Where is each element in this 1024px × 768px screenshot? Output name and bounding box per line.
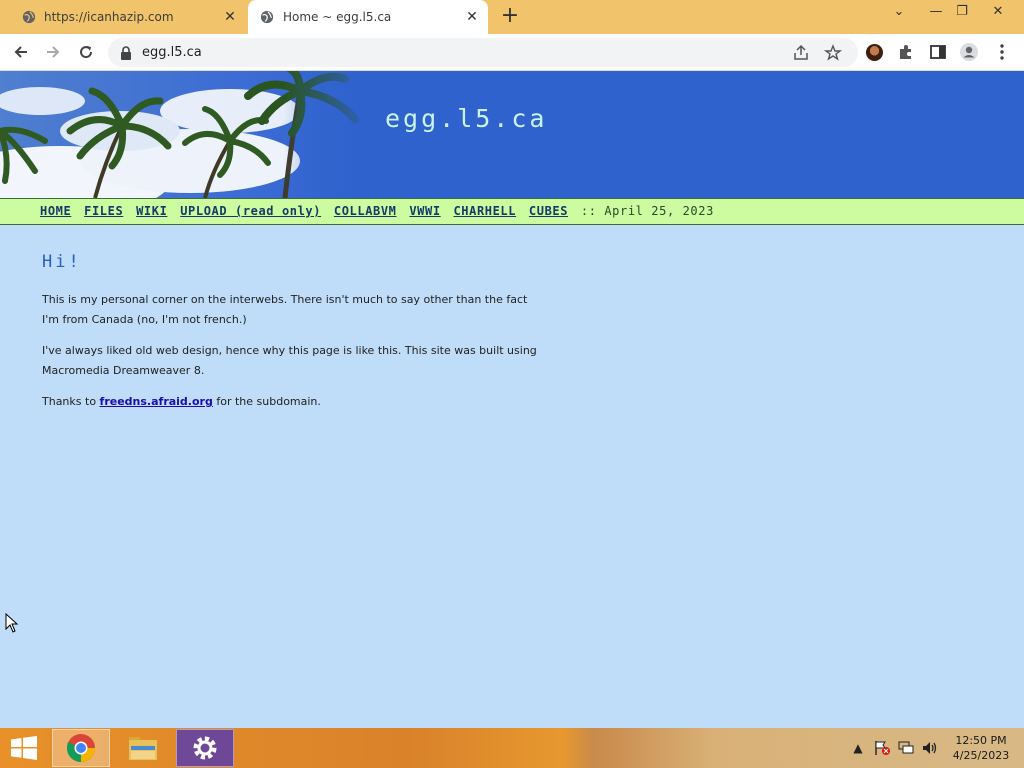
profile-picture[interactable] bbox=[866, 44, 883, 61]
page-heading: Hi! bbox=[42, 252, 82, 272]
volume-icon[interactable] bbox=[921, 740, 939, 756]
tab-egg-home[interactable]: Home ~ egg.l5.ca ✕ bbox=[248, 0, 488, 34]
address-bar[interactable]: egg.l5.ca bbox=[108, 38, 858, 67]
network-icon[interactable] bbox=[897, 740, 915, 756]
nav-link-charhell[interactable]: CHARHELL bbox=[453, 204, 516, 218]
site-nav: HOME FILES WIKI UPLOAD (read only) COLLA… bbox=[0, 198, 1024, 225]
url-text[interactable]: egg.l5.ca bbox=[142, 45, 202, 60]
share-icon[interactable] bbox=[792, 44, 810, 62]
side-panel-icon[interactable] bbox=[928, 42, 948, 62]
folder-icon bbox=[129, 737, 157, 760]
mouse-cursor-icon bbox=[5, 613, 19, 633]
nav-link-collabvm[interactable]: COLLABVM bbox=[334, 204, 397, 218]
show-hidden-icons-icon[interactable]: ▲ bbox=[849, 740, 867, 756]
thanks-paragraph: Thanks to freedns.afraid.org for the sub… bbox=[42, 392, 542, 412]
nav-date: April 25, 2023 bbox=[604, 204, 714, 218]
back-icon[interactable] bbox=[11, 42, 31, 62]
site-title: egg.l5.ca bbox=[385, 104, 548, 133]
star-icon[interactable] bbox=[824, 44, 842, 62]
forward-icon[interactable] bbox=[43, 42, 63, 62]
site-header: egg.l5.ca bbox=[0, 71, 1024, 198]
reload-icon[interactable] bbox=[76, 42, 96, 62]
extensions-icon[interactable] bbox=[896, 42, 916, 62]
tab-title: https://icanhazip.com bbox=[44, 10, 174, 24]
account-icon[interactable] bbox=[959, 42, 979, 62]
restore-button[interactable]: ❐ bbox=[948, 2, 976, 22]
nav-link-wiki[interactable]: WIKI bbox=[136, 204, 167, 218]
close-tab-icon[interactable]: ✕ bbox=[222, 9, 238, 25]
browser-toolbar: egg.l5.ca bbox=[0, 34, 1024, 71]
freedns-link[interactable]: freedns.afraid.org bbox=[100, 395, 213, 408]
globe-icon bbox=[22, 10, 36, 24]
tab-icanhazip[interactable]: https://icanhazip.com ✕ bbox=[8, 0, 246, 34]
chrome-icon bbox=[67, 734, 95, 762]
tab-strip: https://icanhazip.com ✕ Home ~ egg.l5.ca… bbox=[0, 0, 1024, 34]
globe-icon bbox=[260, 10, 274, 24]
minimize-button[interactable]: — bbox=[922, 2, 950, 22]
taskbar-file-explorer[interactable] bbox=[114, 729, 172, 767]
clock-date: 4/25/2023 bbox=[952, 749, 1010, 762]
nav-link-files[interactable]: FILES bbox=[84, 204, 123, 218]
taskbar-clock[interactable]: 12:50 PM 4/25/2023 bbox=[944, 733, 1018, 763]
tab-search-icon[interactable]: ⌄ bbox=[885, 2, 913, 22]
windows-taskbar: ▲ 12:50 PM 4/25/2023 bbox=[0, 728, 1024, 768]
windows-start-icon[interactable] bbox=[10, 736, 38, 760]
main-content: Hi! This is my personal corner on the in… bbox=[42, 252, 542, 423]
nav-link-upload[interactable]: UPLOAD (read only) bbox=[180, 204, 321, 218]
action-center-flag-icon[interactable] bbox=[873, 740, 891, 756]
thanks-suffix: for the subdomain. bbox=[212, 395, 321, 408]
clock-time: 12:50 PM bbox=[955, 734, 1007, 747]
tab-title: Home ~ egg.l5.ca bbox=[283, 10, 392, 24]
taskbar-settings[interactable] bbox=[176, 729, 234, 767]
intro-paragraph: This is my personal corner on the interw… bbox=[42, 293, 528, 326]
nav-link-home[interactable]: HOME bbox=[40, 204, 71, 218]
menu-icon[interactable] bbox=[992, 42, 1012, 62]
palm-trees-banner bbox=[0, 71, 378, 198]
nav-link-cubes[interactable]: CUBES bbox=[529, 204, 568, 218]
lock-icon[interactable] bbox=[120, 46, 132, 60]
gear-icon bbox=[193, 736, 217, 760]
thanks-prefix: Thanks to bbox=[42, 395, 100, 408]
design-paragraph: I've always liked old web design, hence … bbox=[42, 344, 537, 377]
nav-link-vwwi[interactable]: VWWI bbox=[409, 204, 440, 218]
taskbar-chrome[interactable] bbox=[52, 729, 110, 767]
new-tab-button[interactable]: + bbox=[498, 5, 522, 29]
nav-separator: :: bbox=[580, 204, 597, 218]
close-tab-icon[interactable]: ✕ bbox=[464, 9, 480, 25]
close-window-button[interactable]: ✕ bbox=[984, 2, 1012, 22]
